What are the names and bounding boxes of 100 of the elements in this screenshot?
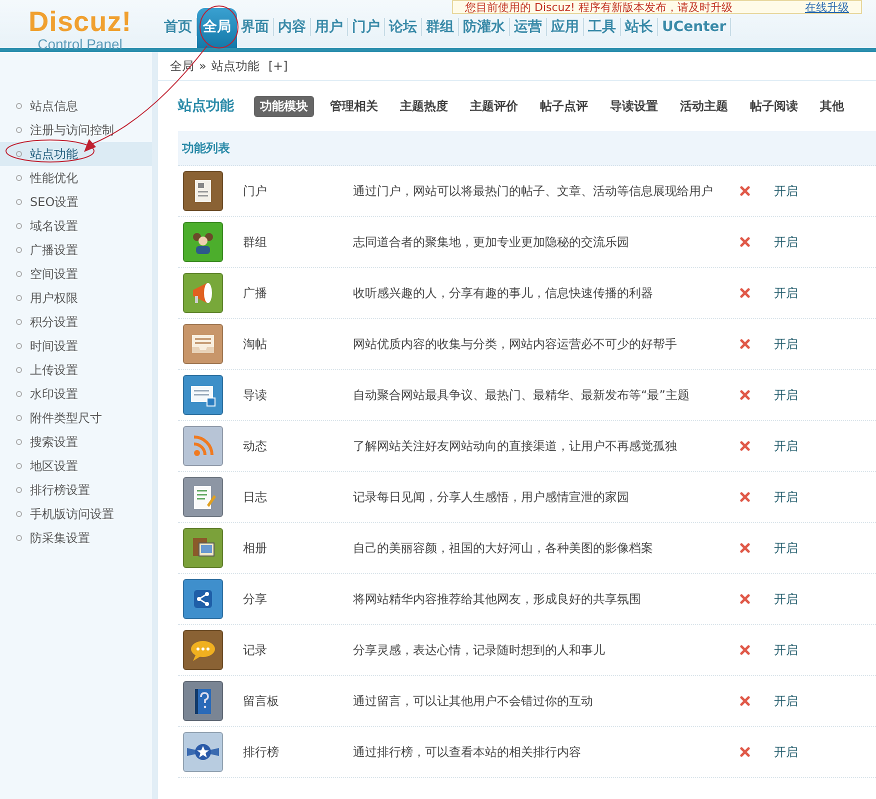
logo-subtitle: Control Panel <box>38 36 122 52</box>
nav-tab[interactable]: 全局 <box>197 8 237 48</box>
feature-description: 将网站精华内容推荐给其他网友，形成良好的共享氛围 <box>353 590 642 608</box>
sub-tab[interactable]: 帖子阅读 <box>744 96 804 116</box>
bullet-icon <box>16 343 22 349</box>
sub-tab[interactable]: 功能模块 <box>254 96 314 116</box>
nav-tab[interactable]: UCenter <box>658 18 732 36</box>
feature-description: 自己的美丽容颜，祖国的大好河山，各种美图的影像档案 <box>353 540 654 556</box>
bullet-icon <box>16 103 22 109</box>
tray-icon <box>183 324 223 364</box>
enable-link[interactable]: 开启 <box>774 336 798 352</box>
sidebar-item[interactable]: 防采集设置 <box>0 526 152 550</box>
sidebar-item[interactable]: 地区设置 <box>0 454 152 478</box>
bullet-icon <box>16 487 22 493</box>
enable-link[interactable]: 开启 <box>774 590 798 608</box>
nav-tab[interactable]: 门户 <box>348 18 385 36</box>
star-badge-icon <box>183 732 223 772</box>
breadcrumb-current: 站点功能 <box>211 58 260 74</box>
sidebar-item[interactable]: 上传设置 <box>0 358 152 382</box>
upgrade-link[interactable]: 在线升级 <box>805 0 849 14</box>
feature-name: 记录 <box>243 642 268 658</box>
logo-text: Discuz! <box>28 8 132 36</box>
feature-name: 分享 <box>243 590 268 608</box>
feature-name: 导读 <box>243 386 268 404</box>
enable-link[interactable]: 开启 <box>774 642 798 658</box>
feature-description: 了解网站关注好友网站动向的直接渠道，让用户不再感觉孤独 <box>353 438 678 454</box>
document-icon <box>183 375 223 415</box>
bullet-icon <box>16 463 22 469</box>
feature-name: 淘帖 <box>243 336 268 352</box>
nav-tab[interactable]: 防灌水 <box>459 18 510 36</box>
sub-tab[interactable]: 活动主题 <box>674 96 734 116</box>
sub-tab[interactable]: 导读设置 <box>604 96 664 116</box>
share-icon <box>183 579 223 619</box>
sidebar-item[interactable]: 搜索设置 <box>0 430 152 454</box>
sidebar-item[interactable]: 广播设置 <box>0 238 152 262</box>
feature-name: 排行榜 <box>243 744 280 760</box>
sidebar-item[interactable]: 空间设置 <box>0 262 152 286</box>
bullet-icon <box>16 271 22 277</box>
nav-tab[interactable]: 群组 <box>422 18 459 36</box>
bullet-icon <box>16 295 22 301</box>
feature-name: 日志 <box>243 488 268 506</box>
sidebar-item[interactable]: 附件类型尺寸 <box>0 406 152 430</box>
feature-description: 通过排行榜，可以查看本站的相关排行内容 <box>353 744 582 760</box>
nav-tab[interactable]: 界面 <box>237 18 274 36</box>
bullet-icon <box>16 415 22 421</box>
sidebar-item[interactable]: SEO设置 <box>0 190 152 214</box>
enable-link[interactable]: 开启 <box>774 284 798 302</box>
enable-link[interactable]: 开启 <box>774 540 798 556</box>
sidebar-item[interactable]: 水印设置 <box>0 382 152 406</box>
newspaper-icon <box>183 171 223 211</box>
feature-name: 相册 <box>243 540 268 556</box>
feature-name: 群组 <box>243 234 268 250</box>
nav-tab[interactable]: 应用 <box>547 18 584 36</box>
enable-link[interactable]: 开启 <box>774 744 798 760</box>
sidebar-item[interactable]: 积分设置 <box>0 310 152 334</box>
feature-description: 通过门户，网站可以将最热门的帖子、文章、活动等信息展现给用户 <box>353 182 714 200</box>
sidebar-item[interactable]: 用户权限 <box>0 286 152 310</box>
enable-link[interactable]: 开启 <box>774 386 798 404</box>
nav-tab[interactable]: 论坛 <box>385 18 422 36</box>
nav-tab[interactable]: 用户 <box>311 18 348 36</box>
sidebar-item[interactable]: 域名设置 <box>0 214 152 238</box>
sidebar-item[interactable]: 时间设置 <box>0 334 152 358</box>
people-icon <box>183 222 223 262</box>
megaphone-icon <box>183 273 223 313</box>
enable-link[interactable]: 开启 <box>774 182 798 200</box>
sub-tab[interactable]: 主题评价 <box>464 96 524 116</box>
nav-tab[interactable]: 内容 <box>274 18 311 36</box>
enable-link[interactable]: 开启 <box>774 234 798 250</box>
enable-link[interactable]: 开启 <box>774 692 798 710</box>
speech-bubble-icon <box>183 630 223 670</box>
nav-tab[interactable]: 站长 <box>621 18 658 36</box>
breadcrumb-separator: » <box>199 59 206 73</box>
bullet-icon <box>16 319 22 325</box>
enable-link[interactable]: 开启 <box>774 488 798 506</box>
sub-tab[interactable]: 其他 <box>814 96 850 116</box>
feature-description: 通过留言，可以让其他用户不会错过你的互动 <box>353 692 594 710</box>
sidebar-item[interactable]: 手机版访问设置 <box>0 502 152 526</box>
bullet-icon <box>16 391 22 397</box>
feature-description: 记录每日见闻，分享人生感悟，用户感情宣泄的家园 <box>353 488 630 506</box>
table-title: 功能列表 <box>182 140 230 156</box>
add-shortcut-link[interactable]: [+] <box>268 59 288 73</box>
sub-tab[interactable]: 主题热度 <box>394 96 454 116</box>
sidebar-item[interactable]: 排行榜设置 <box>0 478 152 502</box>
enable-link[interactable]: 开启 <box>774 438 798 454</box>
page-title: 站点功能 <box>178 97 234 115</box>
notice-text: 您目前使用的 Discuz! 程序有新版本发布，请及时升级 <box>465 0 732 14</box>
feature-description: 自动聚合网站最具争议、最热门、最精华、最新发布等“最”主题 <box>353 386 690 404</box>
feature-description: 志同道合者的聚集地，更加专业更加隐秘的交流乐园 <box>353 234 630 250</box>
nav-tab[interactable]: 工具 <box>584 18 621 36</box>
sub-tab[interactable]: 帖子点评 <box>534 96 594 116</box>
sidebar-item[interactable]: 性能优化 <box>0 166 152 190</box>
feature-name: 动态 <box>243 438 268 454</box>
sub-tab[interactable]: 管理相关 <box>324 96 384 116</box>
question-book-icon <box>183 681 223 721</box>
sidebar-item[interactable]: 站点信息 <box>0 94 152 118</box>
nav-tab[interactable]: 运营 <box>510 18 547 36</box>
bullet-icon <box>16 367 22 373</box>
sidebar-item[interactable]: 注册与访问控制 <box>0 118 152 142</box>
sidebar-item[interactable]: 站点功能 <box>0 142 152 166</box>
feature-name: 留言板 <box>243 692 280 710</box>
